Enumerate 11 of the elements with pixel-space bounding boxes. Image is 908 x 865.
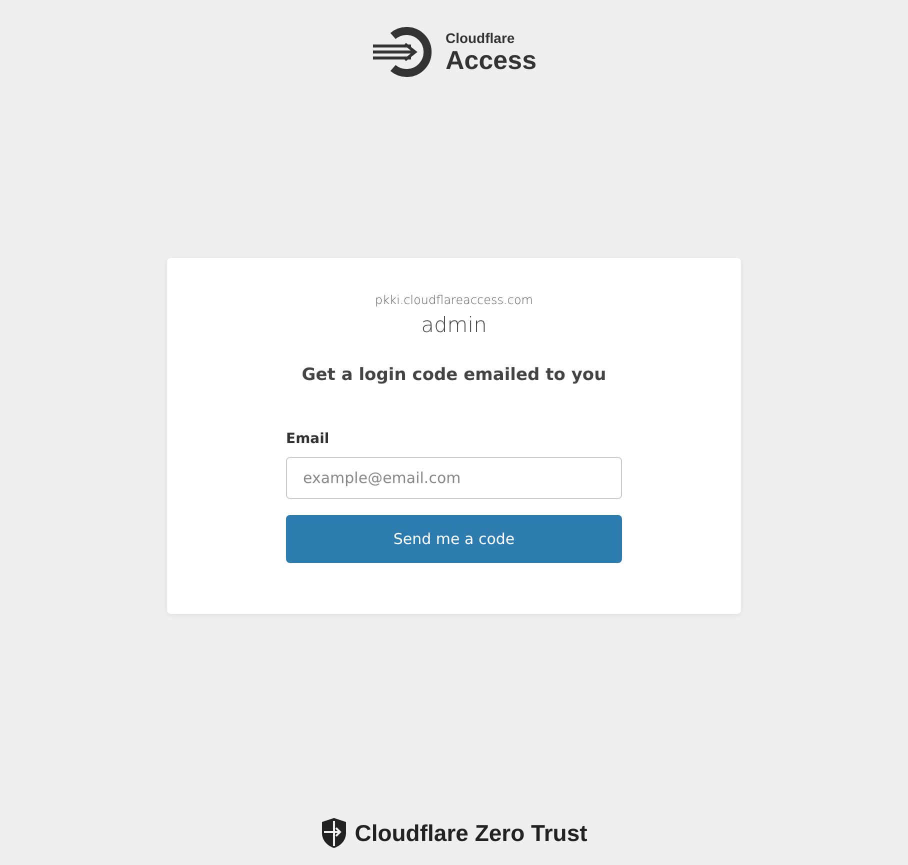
card-heading: Get a login code emailed to you <box>302 365 606 385</box>
product-name: Access <box>445 46 537 74</box>
email-field[interactable]: example@email.com <box>286 457 622 499</box>
domain-text: pkki.cloudflareaccess.com <box>374 293 533 307</box>
logo-icon <box>371 26 434 78</box>
send-code-button[interactable]: Send me a code <box>286 515 622 563</box>
app-name: admin <box>421 313 487 337</box>
shield-icon <box>320 817 347 849</box>
email-label: Email <box>286 431 330 447</box>
brand-name: Cloudflare <box>445 30 516 46</box>
footer-brand: Cloudflare Zero Trust <box>354 820 588 846</box>
